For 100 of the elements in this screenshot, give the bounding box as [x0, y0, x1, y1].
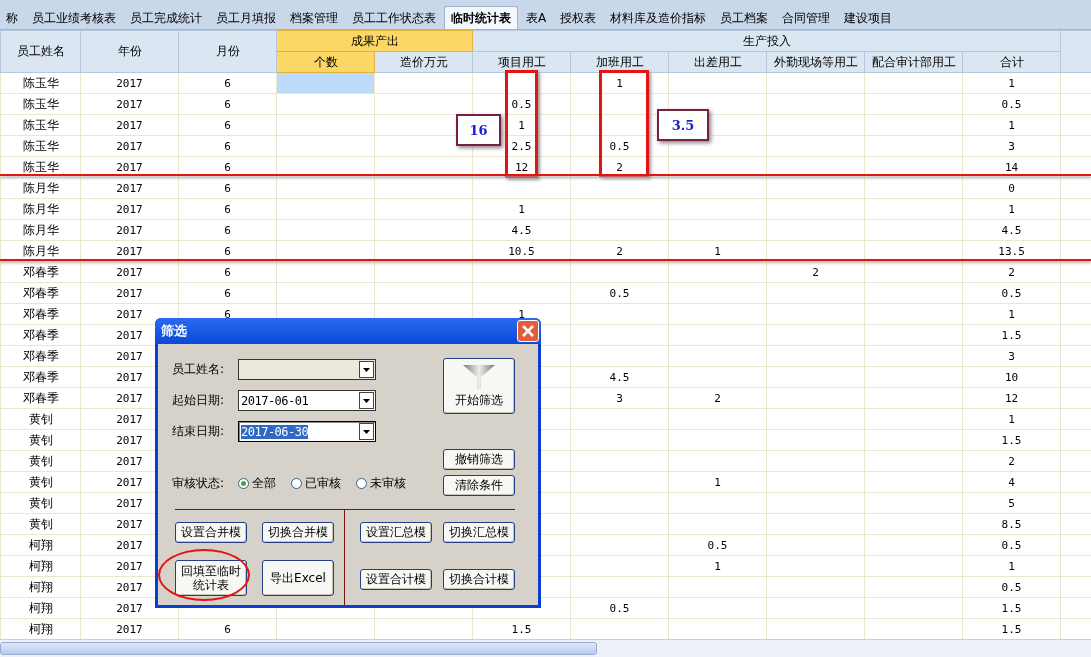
table-cell: 4	[962, 471, 1061, 493]
radio-option[interactable]: 未审核	[356, 475, 406, 492]
table-cell: 6	[178, 282, 277, 304]
table-cell: 柯翔	[0, 597, 81, 619]
table-cell: 0	[962, 177, 1061, 199]
table-cell: 4.5	[472, 219, 571, 241]
dialog-button[interactable]: 回填至临时统计表	[175, 560, 247, 596]
tab[interactable]: 授权表	[554, 7, 603, 29]
table-cell: 1	[962, 114, 1061, 136]
table-cell: 黄钊	[0, 408, 81, 430]
table-cell: 3	[962, 345, 1061, 367]
table-cell: 12	[962, 387, 1061, 409]
radio-option[interactable]: 已审核	[291, 475, 341, 492]
dialog-button[interactable]: 撤销筛选	[443, 449, 515, 470]
dialog-button[interactable]: 切换合计模	[443, 569, 515, 590]
table-cell: 2	[962, 450, 1061, 472]
table-cell: 邓春季	[0, 366, 81, 388]
table-cell: 0.5	[570, 282, 669, 304]
table-cell: 黄钊	[0, 471, 81, 493]
tab[interactable]: 建设项目	[838, 7, 899, 29]
table-cell: 柯翔	[0, 534, 81, 556]
tab[interactable]: 临时统计表	[444, 6, 518, 29]
table-cell: 2017	[80, 198, 179, 220]
table-cell: 陈月华	[0, 177, 81, 199]
table-cell: 黄钊	[0, 492, 81, 514]
table-cell: 2	[668, 387, 767, 409]
table-cell: 1.5	[962, 429, 1061, 451]
table-cell: 6	[178, 219, 277, 241]
table-cell: 6	[178, 114, 277, 136]
table-cell: 2017	[80, 72, 179, 94]
table-cell: 4.5	[962, 219, 1061, 241]
tab[interactable]: 档案管理	[284, 7, 344, 29]
table-cell: 1	[668, 471, 767, 493]
tab[interactable]: 表A	[520, 7, 553, 29]
table-cell: 邓春季	[0, 387, 81, 409]
table-cell: 1	[962, 72, 1061, 94]
table-cell: 1	[962, 408, 1061, 430]
table-cell: 邓春季	[0, 324, 81, 346]
dialog-button[interactable]: 切换汇总模	[443, 522, 515, 543]
table-cell: 0.5	[962, 576, 1061, 598]
dialog-button[interactable]: 导出Excel	[262, 560, 334, 596]
table-cell: 1	[962, 303, 1061, 325]
table-cell: 0.5	[962, 93, 1061, 115]
table-cell: 1	[472, 198, 571, 220]
table-cell: 柯翔	[0, 555, 81, 577]
tab[interactable]: 员工业绩考核表	[26, 7, 122, 29]
tab[interactable]: 称	[0, 7, 24, 29]
table-cell: 0.5	[570, 597, 669, 619]
table-cell: 6	[178, 198, 277, 220]
tab[interactable]: 员工档案	[714, 7, 775, 29]
table-cell: 1	[962, 198, 1061, 220]
table-cell: 0.5	[962, 534, 1061, 556]
radio-option[interactable]: 全部	[238, 475, 276, 492]
table-cell: 0.5	[962, 282, 1061, 304]
table-cell: 0.5	[668, 534, 767, 556]
table-cell: 柯翔	[0, 576, 81, 598]
start-filter-button[interactable]: 开始筛选	[443, 358, 515, 414]
table-cell: 陈玉华	[0, 135, 81, 157]
table-cell: 3	[570, 387, 669, 409]
table-cell: 8.5	[962, 513, 1061, 535]
dialog-button[interactable]: 清除条件	[443, 475, 515, 496]
table-cell: 黄钊	[0, 450, 81, 472]
table-cell: 2017	[80, 93, 179, 115]
table-cell: 1.5	[962, 324, 1061, 346]
table-cell: 6	[178, 135, 277, 157]
table-cell: 陈玉华	[0, 114, 81, 136]
table-cell: 陈月华	[0, 198, 81, 220]
dialog-button[interactable]: 设置合并模	[175, 522, 247, 543]
column-header[interactable]: 员工姓名	[0, 30, 81, 73]
column-header[interactable]: 月份	[178, 30, 277, 73]
table-cell: 2017	[80, 114, 179, 136]
table-cell: 黄钊	[0, 429, 81, 451]
tab[interactable]: 员工完成统计	[124, 7, 208, 29]
dialog-button[interactable]: 设置汇总模	[360, 522, 432, 543]
table-cell: 6	[178, 93, 277, 115]
column-group-header: 生产投入	[472, 30, 1061, 52]
tab[interactable]: 员工工作状态表	[346, 7, 442, 29]
table-cell: 5	[962, 492, 1061, 514]
table-cell: 1.5	[962, 597, 1061, 619]
table-cell: 陈月华	[0, 219, 81, 241]
table-cell: 邓春季	[0, 345, 81, 367]
table-cell: 4.5	[570, 366, 669, 388]
table-cell: 6	[178, 177, 277, 199]
table-cell: 黄钊	[0, 513, 81, 535]
table-cell: 2017	[80, 282, 179, 304]
column-group-header: 成果产出	[276, 30, 473, 52]
dropdown-field[interactable]: 2017-06-01	[238, 390, 376, 411]
callout-label: 3.5	[657, 109, 709, 141]
tab[interactable]: 材料库及造价指标	[604, 7, 713, 29]
table-cell: 陈玉华	[0, 93, 81, 115]
dialog-button[interactable]: 设置合计模	[360, 569, 432, 590]
table-cell: 陈玉华	[0, 72, 81, 94]
tab[interactable]: 合同管理	[776, 7, 837, 29]
column-header[interactable]: 年份	[80, 30, 179, 73]
table-cell: 10	[962, 366, 1061, 388]
table-cell: 6	[178, 72, 277, 94]
dialog-button[interactable]: 切换合并模	[262, 522, 334, 543]
tab[interactable]: 员工月填报	[210, 7, 282, 29]
table-cell: 邓春季	[0, 303, 81, 325]
dropdown-field[interactable]: 2017-06-30	[238, 421, 376, 442]
